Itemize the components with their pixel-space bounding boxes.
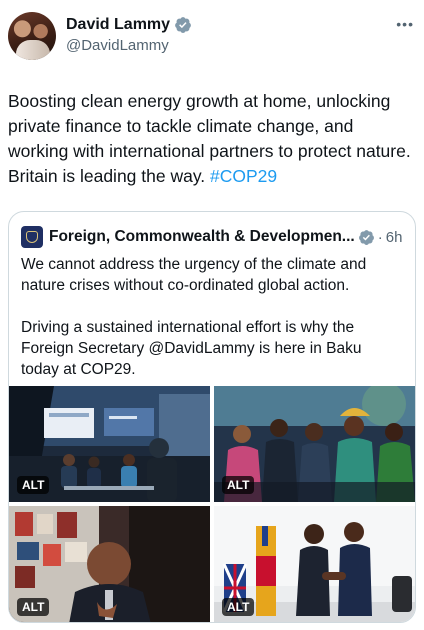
alt-badge[interactable]: ALT — [17, 476, 50, 494]
quoted-separator: · — [377, 228, 383, 246]
speaker-portrait-photo[interactable]: ALT — [9, 506, 210, 622]
quoted-paragraph-1: We cannot address the urgency of the cli… — [21, 256, 367, 294]
alt-badge[interactable]: ALT — [222, 476, 255, 494]
hashtag-link[interactable]: #COP29 — [210, 166, 277, 186]
more-options-icon[interactable]: ••• — [396, 16, 414, 32]
verified-badge-icon — [174, 16, 192, 34]
quoted-paragraph-2: Driving a sustained international effort… — [21, 319, 362, 378]
handshake-photo[interactable]: ALT — [214, 506, 415, 622]
panel-discussion-photo[interactable]: ALT — [9, 386, 210, 502]
author-display-name[interactable]: David Lammy — [66, 15, 170, 35]
quoted-timestamp[interactable]: 6h — [386, 229, 403, 246]
author-names: David Lammy @DavidLammy — [66, 15, 192, 56]
alt-badge[interactable]: ALT — [17, 598, 50, 616]
quoted-tweet[interactable]: Foreign, Commonwealth & Developmen... · … — [8, 211, 416, 623]
audience-photo[interactable]: ALT — [214, 386, 415, 502]
tweet-text: Boosting clean energy growth at home, un… — [8, 89, 416, 189]
avatar[interactable] — [8, 12, 56, 60]
quoted-tweet-header: Foreign, Commonwealth & Developmen... · … — [21, 226, 405, 248]
author-handle[interactable]: @DavidLammy — [66, 36, 192, 56]
quoted-author-name[interactable]: Foreign, Commonwealth & Developmen... — [49, 228, 355, 246]
quoted-tweet-text: We cannot address the urgency of the cli… — [21, 254, 401, 380]
alt-badge[interactable]: ALT — [222, 598, 255, 616]
author-display-name-row[interactable]: David Lammy — [66, 15, 192, 35]
media-grid: ALT ALT ALT ALT — [9, 386, 415, 622]
fcdo-logo-icon — [21, 226, 43, 248]
tweet-header: David Lammy @DavidLammy ••• — [8, 12, 418, 62]
government-verified-icon — [358, 229, 375, 246]
